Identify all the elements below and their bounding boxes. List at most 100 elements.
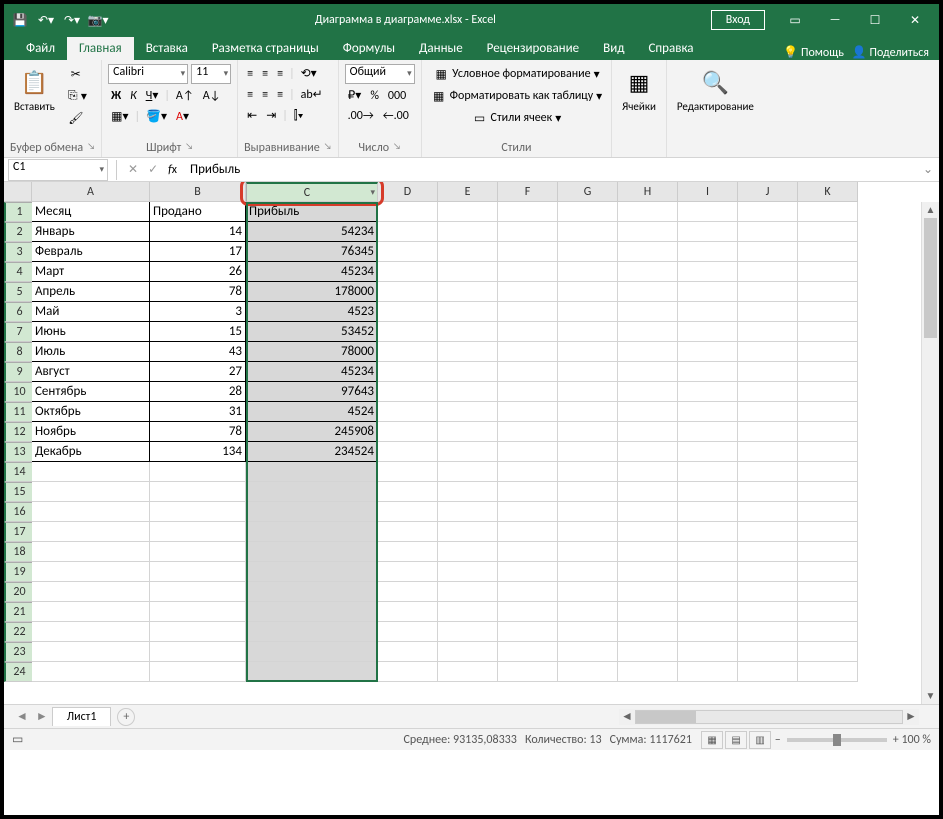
editing-button[interactable]: 🔍 Редактирование: [673, 64, 758, 115]
zoom-slider[interactable]: [787, 738, 887, 742]
cell[interactable]: [378, 622, 438, 642]
cell[interactable]: [150, 662, 246, 682]
cell[interactable]: [378, 502, 438, 522]
cell[interactable]: [738, 242, 798, 262]
cell[interactable]: [558, 462, 618, 482]
cell[interactable]: [498, 202, 558, 222]
cell[interactable]: [738, 262, 798, 282]
column-header[interactable]: H: [618, 182, 678, 202]
align-bottom-button[interactable]: ≡: [274, 65, 286, 83]
cell[interactable]: [798, 602, 858, 622]
cell[interactable]: [378, 262, 438, 282]
cell[interactable]: [150, 642, 246, 662]
cell[interactable]: [798, 202, 858, 222]
cell[interactable]: [498, 582, 558, 602]
cell[interactable]: [438, 242, 498, 262]
cell[interactable]: Август: [32, 362, 150, 382]
scroll-thumb[interactable]: [636, 711, 696, 723]
cell[interactable]: [678, 262, 738, 282]
cell[interactable]: [498, 542, 558, 562]
name-box[interactable]: C1: [8, 159, 108, 181]
border-button[interactable]: ▦▾: [108, 107, 131, 126]
cell[interactable]: [618, 302, 678, 322]
cell[interactable]: Октябрь: [32, 402, 150, 422]
prev-sheet-icon[interactable]: ◄: [12, 709, 32, 724]
cell[interactable]: [378, 522, 438, 542]
cell[interactable]: [498, 302, 558, 322]
cell[interactable]: [798, 242, 858, 262]
cell[interactable]: [498, 602, 558, 622]
cell[interactable]: [618, 662, 678, 682]
cell[interactable]: 134: [150, 442, 246, 462]
cell[interactable]: [378, 442, 438, 462]
cell[interactable]: [618, 582, 678, 602]
cell[interactable]: [246, 482, 378, 502]
cell[interactable]: [438, 502, 498, 522]
tab-home[interactable]: Главная: [67, 37, 134, 60]
view-pagelayout-button[interactable]: ▤: [725, 731, 747, 749]
tab-file[interactable]: Файл: [14, 37, 67, 60]
cell[interactable]: [738, 542, 798, 562]
cell[interactable]: [738, 502, 798, 522]
cell[interactable]: [498, 282, 558, 302]
cell[interactable]: Ноябрь: [32, 422, 150, 442]
cell[interactable]: [558, 322, 618, 342]
cell[interactable]: Май: [32, 302, 150, 322]
cell[interactable]: [738, 282, 798, 302]
cell[interactable]: [738, 562, 798, 582]
cell[interactable]: [498, 662, 558, 682]
cell[interactable]: [798, 662, 858, 682]
cell[interactable]: [378, 402, 438, 422]
cell[interactable]: [738, 642, 798, 662]
tab-view[interactable]: Вид: [591, 37, 636, 60]
cell[interactable]: [32, 602, 150, 622]
cell[interactable]: [618, 502, 678, 522]
cell[interactable]: [498, 642, 558, 662]
cell[interactable]: [678, 622, 738, 642]
cell[interactable]: [32, 622, 150, 642]
maximize-button[interactable]: ☐: [855, 6, 895, 34]
cell[interactable]: Продано: [150, 202, 246, 222]
cell[interactable]: 4524: [246, 402, 378, 422]
cell[interactable]: [438, 302, 498, 322]
cell[interactable]: [678, 442, 738, 462]
cell[interactable]: [498, 242, 558, 262]
cell[interactable]: [378, 222, 438, 242]
align-left-button[interactable]: ≡: [244, 86, 256, 104]
cell[interactable]: 234524: [246, 442, 378, 462]
cell[interactable]: [438, 662, 498, 682]
cell[interactable]: [150, 462, 246, 482]
cell[interactable]: Месяц: [32, 202, 150, 222]
cell[interactable]: [678, 382, 738, 402]
cell[interactable]: [498, 622, 558, 642]
cell[interactable]: [678, 202, 738, 222]
cell[interactable]: [498, 482, 558, 502]
cell[interactable]: [798, 422, 858, 442]
cell[interactable]: [738, 222, 798, 242]
cell[interactable]: [798, 442, 858, 462]
cell[interactable]: [618, 362, 678, 382]
cell[interactable]: [738, 482, 798, 502]
column-header[interactable]: A: [32, 182, 150, 202]
cell[interactable]: [32, 542, 150, 562]
cell[interactable]: 28: [150, 382, 246, 402]
cell[interactable]: [798, 482, 858, 502]
cell[interactable]: [558, 502, 618, 522]
cell[interactable]: [246, 582, 378, 602]
cell[interactable]: [378, 242, 438, 262]
cell[interactable]: [32, 502, 150, 522]
cell[interactable]: [798, 282, 858, 302]
cell[interactable]: [738, 582, 798, 602]
orientation-button[interactable]: ⟲▾: [298, 64, 320, 83]
cell[interactable]: [618, 622, 678, 642]
fill-color-button[interactable]: 🪣▾: [143, 107, 170, 126]
next-sheet-icon[interactable]: ►: [32, 709, 52, 724]
cell[interactable]: [678, 662, 738, 682]
cell[interactable]: [678, 562, 738, 582]
column-header[interactable]: E: [438, 182, 498, 202]
column-header[interactable]: B: [150, 182, 246, 202]
cell[interactable]: [798, 582, 858, 602]
column-header[interactable]: G: [558, 182, 618, 202]
cell[interactable]: [438, 482, 498, 502]
cell[interactable]: [32, 582, 150, 602]
